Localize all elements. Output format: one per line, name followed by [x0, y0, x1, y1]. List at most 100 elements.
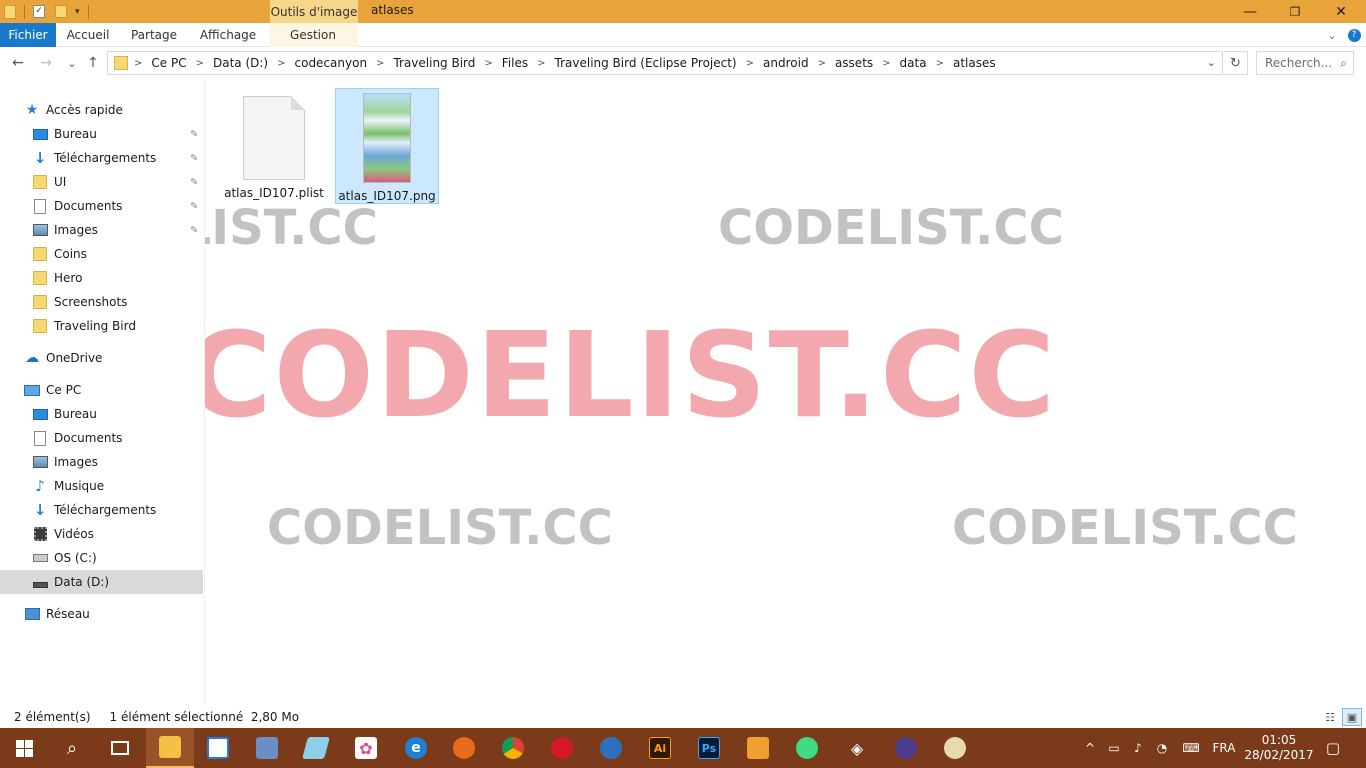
taskbar-app-file-explorer[interactable]: [146, 728, 194, 768]
sidebar-item-pc-telechargements[interactable]: ↓ Téléchargements: [32, 498, 203, 522]
breadcrumb-traveling-bird[interactable]: Traveling Bird: [393, 56, 475, 70]
firefox-icon: [453, 737, 475, 759]
breadcrumb-eclipse-project[interactable]: Traveling Bird (Eclipse Project): [555, 56, 737, 70]
properties-icon[interactable]: ✓: [33, 5, 45, 18]
tab-manage[interactable]: Gestion: [272, 23, 354, 47]
notifications-icon[interactable]: ▢: [1318, 728, 1348, 768]
taskbar-app-photoshop[interactable]: Ps: [685, 728, 733, 768]
help-icon[interactable]: ?: [1346, 23, 1362, 47]
breadcrumb-android[interactable]: android: [763, 56, 809, 70]
refresh-button[interactable]: ↻: [1224, 51, 1248, 75]
sidebar-item-ce-pc[interactable]: Ce PC: [24, 378, 203, 402]
sidebar-item-reseau[interactable]: Réseau: [24, 602, 203, 626]
tab-file[interactable]: Fichier: [0, 23, 56, 47]
task-view-button[interactable]: [96, 728, 144, 768]
taskbar-app-paint[interactable]: [931, 728, 979, 768]
separator: [87, 4, 89, 19]
taskbar-app-thunderbird[interactable]: [587, 728, 635, 768]
taskbar-app-firefox[interactable]: [440, 728, 488, 768]
sidebar-item-bureau[interactable]: Bureau ✎: [32, 122, 203, 146]
sidebar-item-documents[interactable]: Documents ✎: [32, 194, 203, 218]
breadcrumb-separator[interactable]: >: [537, 58, 545, 69]
keyboard-icon[interactable]: ⌨: [1178, 728, 1204, 768]
restore-button[interactable]: ❐: [1272, 0, 1318, 23]
recent-locations-button[interactable]: ⌄: [62, 53, 82, 73]
sidebar-item-pc-musique[interactable]: ♪ Musique: [32, 474, 203, 498]
taskbar-app-android-studio[interactable]: [783, 728, 831, 768]
close-button[interactable]: ✕: [1318, 0, 1364, 23]
breadcrumb-separator[interactable]: >: [746, 58, 754, 69]
sidebar-item-screenshots[interactable]: Screenshots: [32, 290, 203, 314]
customize-dropdown-icon[interactable]: ▾: [75, 7, 80, 17]
minimize-button[interactable]: —: [1227, 0, 1273, 23]
sidebar-item-traveling-bird[interactable]: Traveling Bird: [32, 314, 203, 338]
volume-icon[interactable]: ♪: [1128, 728, 1148, 768]
sidebar-item-pc-videos[interactable]: Vidéos: [32, 522, 203, 546]
breadcrumb-files[interactable]: Files: [502, 56, 528, 70]
taskbar-app-opera[interactable]: [538, 728, 586, 768]
tab-share[interactable]: Partage: [124, 23, 184, 47]
sidebar-item-quick-access[interactable]: ★ Accès rapide: [24, 98, 203, 122]
sidebar-item-pc-images[interactable]: Images: [32, 450, 203, 474]
start-button[interactable]: [0, 728, 48, 768]
large-icons-view-icon[interactable]: ▣: [1342, 708, 1362, 726]
address-dropdown-icon[interactable]: ⌄: [1207, 56, 1216, 69]
details-view-icon[interactable]: ☷: [1320, 708, 1340, 726]
taskbar-app-notes[interactable]: [292, 728, 340, 768]
breadcrumb-separator[interactable]: >: [882, 58, 890, 69]
watermark-text: CODELIST.CC: [267, 500, 613, 556]
sidebar-item-images[interactable]: Images ✎: [32, 218, 203, 242]
clock[interactable]: 01:05 28/02/2017: [1244, 728, 1314, 768]
language-indicator[interactable]: FRA: [1208, 728, 1240, 768]
up-button[interactable]: ↑: [83, 53, 103, 73]
wifi-icon[interactable]: ◔: [1152, 728, 1172, 768]
search-button[interactable]: ⌕: [48, 728, 96, 768]
file-list[interactable]: atlas_ID107.plist atlas_ID107.png CODELI…: [205, 80, 1366, 705]
breadcrumb-separator[interactable]: >: [936, 58, 944, 69]
breadcrumb-data-d[interactable]: Data (D:): [213, 56, 268, 70]
breadcrumb-separator[interactable]: >: [484, 58, 492, 69]
breadcrumb-separator[interactable]: >: [818, 58, 826, 69]
back-button[interactable]: ←: [8, 53, 28, 73]
tab-home[interactable]: Accueil: [58, 23, 118, 47]
sidebar-item-pc-documents[interactable]: Documents: [32, 426, 203, 450]
taskbar-app-chrome[interactable]: [489, 728, 537, 768]
breadcrumb-atlases[interactable]: atlases: [953, 56, 996, 70]
file-item-plist[interactable]: atlas_ID107.plist: [222, 88, 326, 204]
ribbon-expand-icon[interactable]: ⌄: [1322, 23, 1342, 47]
sidebar-item-drive-c[interactable]: OS (C:): [32, 546, 203, 570]
taskbar-app-photos[interactable]: ✿: [342, 728, 390, 768]
taskbar-app-package[interactable]: [734, 728, 782, 768]
sidebar-item-ui[interactable]: UI ✎: [32, 170, 203, 194]
sidebar-item-pc-bureau[interactable]: Bureau: [32, 402, 203, 426]
breadcrumb-separator[interactable]: >: [376, 58, 384, 69]
taskbar-app-unity[interactable]: ◈: [833, 728, 881, 768]
sidebar-item-onedrive[interactable]: ☁ OneDrive: [24, 346, 203, 370]
tab-view[interactable]: Affichage: [192, 23, 264, 47]
address-bar[interactable]: > Ce PC > Data (D:) > codecanyon > Trave…: [107, 51, 1223, 75]
taskbar-app-network[interactable]: [243, 728, 291, 768]
battery-icon[interactable]: ▭: [1104, 728, 1124, 768]
taskbar-app-illustrator[interactable]: Ai: [636, 728, 684, 768]
pin-icon: ✎: [190, 225, 199, 236]
show-hidden-icons[interactable]: ^: [1080, 728, 1100, 768]
download-icon: ↓: [33, 149, 47, 167]
new-folder-icon[interactable]: [55, 5, 67, 18]
taskbar-app-store[interactable]: [194, 728, 242, 768]
breadcrumb-separator[interactable]: >: [196, 58, 204, 69]
breadcrumb-assets[interactable]: assets: [835, 56, 873, 70]
sidebar-item-telechargements[interactable]: ↓ Téléchargements ✎: [32, 146, 203, 170]
pin-icon: ✎: [190, 153, 199, 164]
forward-button[interactable]: →: [36, 53, 56, 73]
search-input[interactable]: Recherch... ⌕: [1256, 51, 1354, 75]
file-item-png[interactable]: atlas_ID107.png: [335, 88, 439, 204]
breadcrumb-ce-pc[interactable]: Ce PC: [151, 56, 186, 70]
sidebar-item-coins[interactable]: Coins: [32, 242, 203, 266]
breadcrumb-separator[interactable]: >: [277, 58, 285, 69]
sidebar-item-drive-d[interactable]: Data (D:): [0, 570, 203, 594]
taskbar-app-eclipse[interactable]: [882, 728, 930, 768]
sidebar-item-hero[interactable]: Hero: [32, 266, 203, 290]
breadcrumb-data[interactable]: data: [900, 56, 927, 70]
taskbar-app-edge[interactable]: e: [392, 728, 440, 768]
breadcrumb-codecanyon[interactable]: codecanyon: [295, 56, 368, 70]
